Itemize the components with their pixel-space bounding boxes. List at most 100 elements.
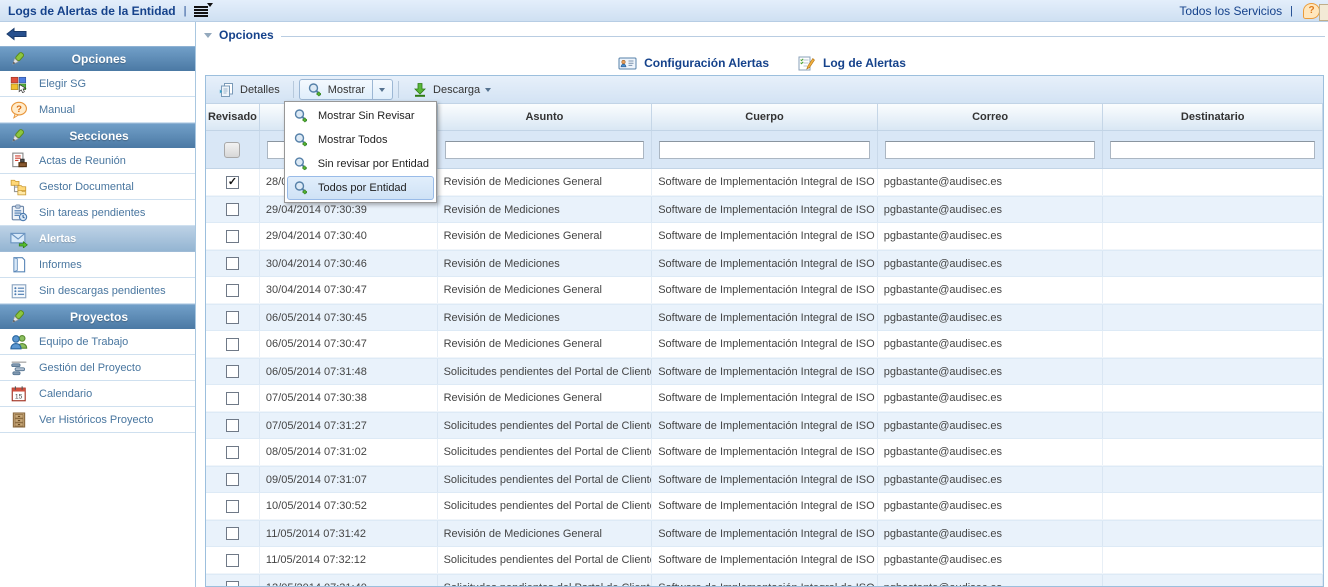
sidebar-item-alertas[interactable]: Alertas: [0, 226, 195, 252]
show-button[interactable]: Mostrar: [299, 79, 393, 100]
sidebar-item-gestor-documental[interactable]: Gestor Documental: [0, 174, 195, 200]
row-checkbox[interactable]: [226, 311, 239, 324]
table-row[interactable]: 06/05/2014 07:30:45Revisión de Medicione…: [206, 304, 1323, 331]
correo-cell: pgbastante@audisec.es: [878, 251, 1104, 276]
column-header-asunto[interactable]: Asunto: [438, 104, 653, 130]
row-checkbox[interactable]: [226, 527, 239, 540]
row-checkbox[interactable]: [226, 392, 239, 405]
table-body: 28/04/2014Revisión de Mediciones General…: [206, 169, 1323, 587]
asunto-cell: Revisión de Mediciones General: [438, 521, 653, 546]
row-checkbox[interactable]: [226, 338, 239, 351]
row-checkbox[interactable]: [226, 581, 239, 587]
row-checkbox[interactable]: [226, 365, 239, 378]
row-checkbox[interactable]: [226, 203, 239, 216]
back-button[interactable]: [0, 22, 195, 46]
row-checkbox[interactable]: [226, 473, 239, 486]
details-button[interactable]: Detalles: [211, 79, 288, 100]
show-dropdown-arrow[interactable]: [372, 80, 385, 99]
menu-item-mostrar-todos[interactable]: Mostrar Todos: [287, 128, 434, 152]
sidebar-item-gestion-del-proyecto[interactable]: Gestión del Proyecto: [0, 355, 195, 381]
filter-cell-asunto: [438, 131, 653, 168]
menu-item-label: Mostrar Sin Revisar: [318, 110, 415, 122]
cuerpo-cell: Software de Implementación Integral de I…: [652, 413, 878, 438]
asunto-cell: Revisión de Mediciones General: [438, 277, 653, 303]
correo-cell: pgbastante@audisec.es: [878, 467, 1104, 492]
table-row[interactable]: 06/05/2014 07:30:47Revisión de Medicione…: [206, 331, 1323, 358]
row-checkbox[interactable]: [226, 176, 239, 189]
revisado-cell: [206, 169, 260, 195]
table-row[interactable]: 11/05/2014 07:32:12Solicitudes pendiente…: [206, 547, 1323, 574]
all-services-label[interactable]: Todos los Servicios: [1179, 4, 1282, 18]
pen-icon: [8, 51, 27, 67]
download-button[interactable]: Descarga: [404, 79, 499, 100]
table-row[interactable]: 30/04/2014 07:30:46Revisión de Medicione…: [206, 250, 1323, 277]
row-checkbox[interactable]: [226, 284, 239, 297]
show-icon: [293, 108, 309, 124]
sidebar-item-ver-historicos-proyecto[interactable]: Ver Históricos Proyecto: [0, 407, 195, 433]
select-all-checkbox[interactable]: [224, 142, 240, 158]
sidebar-item-equipo-de-trabajo[interactable]: Equipo de Trabajo: [0, 329, 195, 355]
link-label: Log de Alertas: [823, 56, 906, 70]
table-row[interactable]: 30/04/2014 07:30:47Revisión de Medicione…: [206, 277, 1323, 304]
table-row[interactable]: 09/05/2014 07:31:07Solicitudes pendiente…: [206, 466, 1323, 493]
table-row[interactable]: 10/05/2014 07:30:52Solicitudes pendiente…: [206, 493, 1323, 520]
menu-icon[interactable]: [194, 4, 212, 17]
filter-input-destinatario[interactable]: [1110, 141, 1315, 159]
row-checkbox[interactable]: [226, 257, 239, 270]
row-checkbox[interactable]: [226, 500, 239, 513]
sidebar-section-secciones[interactable]: Secciones: [0, 123, 195, 148]
sidebar-item-calendario[interactable]: 15Calendario: [0, 381, 195, 407]
sidebar-item-elegir-sg[interactable]: Elegir SG: [0, 71, 195, 97]
column-header-revisado[interactable]: Revisado: [206, 104, 260, 130]
table-row[interactable]: 11/05/2014 07:31:42Revisión de Medicione…: [206, 520, 1323, 547]
sidebar-item-actas-de-reunion[interactable]: Actas de Reunión: [0, 148, 195, 174]
table-row[interactable]: 08/05/2014 07:31:02Solicitudes pendiente…: [206, 439, 1323, 466]
download-dropdown-arrow[interactable]: [485, 88, 491, 95]
destinatario-cell: [1103, 277, 1323, 303]
sidebar-section-proyectos[interactable]: Proyectos: [0, 304, 195, 329]
column-header-destinatario[interactable]: Destinatario: [1103, 104, 1323, 130]
filter-cell-revisado: [206, 131, 260, 168]
fecha-cell: 06/05/2014 07:30:47: [260, 331, 438, 357]
filter-input-cuerpo[interactable]: [659, 141, 870, 159]
filter-input-asunto[interactable]: [445, 141, 645, 159]
menu-item-mostrar-sin-revisar[interactable]: Mostrar Sin Revisar: [287, 104, 434, 128]
log-icon: [797, 55, 816, 72]
sidebar-item-informes[interactable]: Informes: [0, 252, 195, 278]
table-row[interactable]: 06/05/2014 07:31:48Solicitudes pendiente…: [206, 358, 1323, 385]
show-icon: [293, 132, 309, 148]
column-header-correo[interactable]: Correo: [878, 104, 1104, 130]
row-checkbox[interactable]: [226, 419, 239, 432]
fecha-cell: 29/04/2014 07:30:40: [260, 223, 438, 249]
table-row[interactable]: 12/05/2014 07:31:40Solicitudes pendiente…: [206, 574, 1323, 587]
filter-input-correo[interactable]: [885, 141, 1096, 159]
link-configuracion-alertas[interactable]: Configuración Alertas: [618, 55, 769, 72]
toolbar-separator: [398, 81, 399, 98]
sidebar-item-sin-tareas-pendientes[interactable]: Sin tareas pendientes: [0, 200, 195, 226]
row-checkbox[interactable]: [226, 446, 239, 459]
table-row[interactable]: 07/05/2014 07:30:38Revisión de Medicione…: [206, 385, 1323, 412]
row-checkbox[interactable]: [226, 554, 239, 567]
show-icon: [307, 82, 323, 98]
sidebar-item-label: Ver Históricos Proyecto: [39, 414, 153, 426]
calendar-icon: 15: [9, 385, 29, 403]
fieldset-legend[interactable]: Opciones: [219, 28, 274, 42]
fecha-cell: 08/05/2014 07:31:02: [260, 439, 438, 465]
table-row[interactable]: 29/04/2014 07:30:40Revisión de Medicione…: [206, 223, 1323, 250]
correo-cell: pgbastante@audisec.es: [878, 359, 1104, 384]
asunto-cell: Revisión de Mediciones General: [438, 223, 653, 249]
help-icon[interactable]: ?: [1303, 3, 1320, 19]
sidebar-item-sin-descargas-pendientes[interactable]: Sin descargas pendientes: [0, 278, 195, 304]
row-checkbox[interactable]: [226, 230, 239, 243]
sidebar-item-manual[interactable]: ?Manual: [0, 97, 195, 123]
asunto-cell: Solicitudes pendientes del Portal de Cli…: [438, 493, 653, 519]
project-history-icon: [9, 411, 29, 429]
menu-item-sin-revisar-por-entidad[interactable]: Sin revisar por Entidad: [287, 152, 434, 176]
table-row[interactable]: 07/05/2014 07:31:27Solicitudes pendiente…: [206, 412, 1323, 439]
link-log-de-alertas[interactable]: Log de Alertas: [797, 55, 906, 72]
menu-item-todos-por-entidad[interactable]: Todos por Entidad: [287, 176, 434, 200]
fieldset-collapse-icon[interactable]: [204, 33, 212, 42]
column-header-cuerpo[interactable]: Cuerpo: [652, 104, 878, 130]
sidebar-section-opciones[interactable]: Opciones: [0, 46, 195, 71]
partial-icon[interactable]: [1319, 4, 1328, 21]
